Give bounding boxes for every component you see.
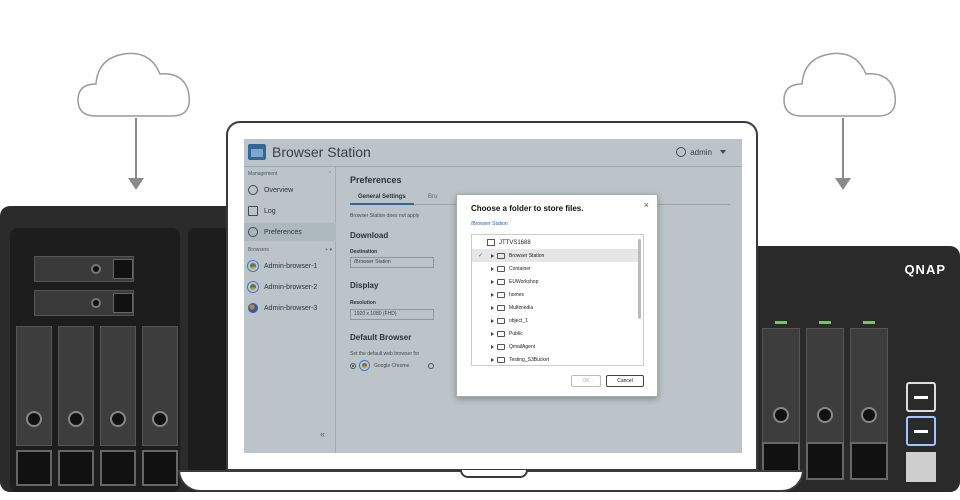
arrow-line-left: [135, 118, 137, 178]
nas-device-right: QNAP: [730, 246, 960, 492]
laptop-notch: [460, 470, 528, 478]
folder-icon: [497, 252, 505, 259]
drive-tray: [850, 321, 888, 448]
tree-folder-item[interactable]: Testing_S3Bucket: [472, 353, 638, 365]
drive-tray: [142, 326, 178, 446]
selected-path: /Browser Station: [471, 221, 508, 227]
drive-tray: [806, 321, 844, 448]
power-button: [906, 452, 936, 482]
laptop-screen: Browser Station admin Management ⌃ Overv…: [244, 139, 742, 453]
tree-folder-item[interactable]: object_1: [472, 314, 638, 327]
expand-icon[interactable]: [491, 266, 494, 271]
cloud-icon-right: [783, 52, 896, 117]
drive-tray-base: [850, 442, 888, 480]
drive-tray: [762, 321, 800, 448]
tree-folder-item[interactable]: QmailAgent: [472, 340, 638, 353]
expand-icon[interactable]: [491, 344, 494, 349]
drive-tray: [58, 326, 94, 446]
drive-tray-base: [142, 450, 178, 486]
tree-root[interactable]: JTTVS1688: [472, 236, 638, 249]
folder-tree: JTTVS1688 ✓ Browser Station Container EU: [471, 234, 644, 366]
drive-tray-base: [58, 450, 94, 486]
nas-front-panel: [10, 228, 180, 492]
tree-folder-item[interactable]: homes: [472, 288, 638, 301]
drive-tray-base: [806, 442, 844, 480]
brand-logo: QNAP: [904, 262, 946, 277]
choose-folder-dialog: Choose a folder to store files. × /Brows…: [456, 194, 658, 397]
drive-tray: [16, 326, 52, 446]
drive-tray-base: [16, 450, 52, 486]
close-icon[interactable]: ×: [644, 200, 649, 210]
folder-icon: [497, 317, 505, 324]
expand-icon[interactable]: [491, 331, 494, 336]
cancel-button[interactable]: Cancel: [606, 375, 644, 387]
dialog-title: Choose a folder to store files.: [471, 204, 584, 213]
tree-folder-item[interactable]: Public: [472, 327, 638, 340]
tree-scrollbar[interactable]: [638, 239, 641, 319]
folder-icon: [497, 356, 505, 363]
folder-icon: [497, 304, 505, 311]
ok-button[interactable]: OK: [571, 375, 601, 387]
tree-folder-item[interactable]: Multimedia: [472, 301, 638, 314]
laptop-base: [178, 470, 804, 492]
expand-icon[interactable]: [491, 305, 494, 310]
folder-icon: [497, 330, 505, 337]
drive-bay-small: [34, 256, 134, 282]
expand-icon[interactable]: [491, 357, 494, 362]
folder-icon: [497, 265, 505, 272]
laptop: Browser Station admin Management ⌃ Overv…: [226, 121, 758, 471]
arrow-down-icon-right: [835, 178, 851, 190]
usb-port-icon: [906, 382, 936, 412]
folder-icon: [497, 278, 505, 285]
nas-icon: [487, 239, 495, 246]
tree-folder-item[interactable]: Container: [472, 262, 638, 275]
drive-tray-base: [100, 450, 136, 486]
folder-icon: [497, 291, 505, 298]
arrow-down-icon-left: [128, 178, 144, 190]
nas-device-left: [0, 206, 240, 492]
drive-tray: [100, 326, 136, 446]
tree-folder-item[interactable]: ✓ Browser Station: [472, 249, 638, 262]
arrow-line-right: [842, 118, 844, 178]
tree-folder-item[interactable]: EUWorkshop: [472, 275, 638, 288]
check-icon: ✓: [478, 253, 484, 259]
folder-icon: [497, 343, 505, 350]
drive-bay-small: [34, 290, 134, 316]
usb-port-icon: [906, 416, 936, 446]
expand-icon[interactable]: [491, 318, 494, 323]
cloud-icon-left: [77, 52, 190, 117]
expand-icon[interactable]: [491, 292, 494, 297]
expand-icon[interactable]: [491, 253, 494, 258]
expand-icon[interactable]: [491, 279, 494, 284]
